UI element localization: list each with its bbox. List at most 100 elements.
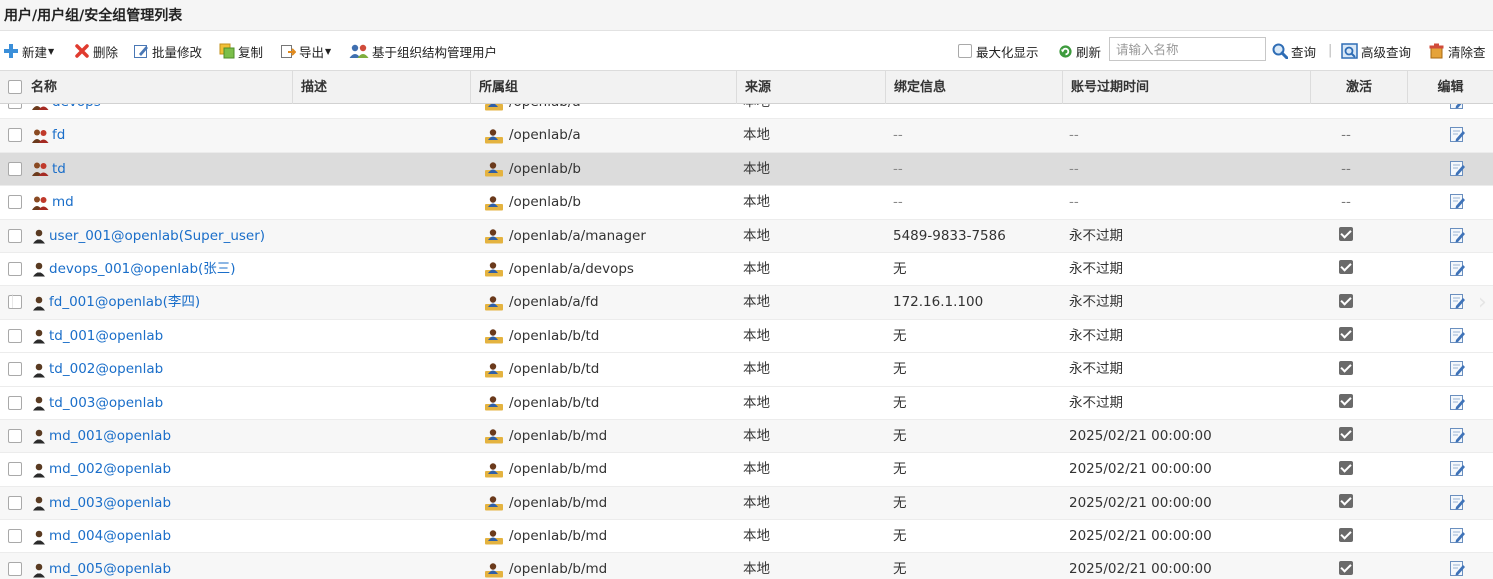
- row-checkbox[interactable]: [8, 328, 22, 343]
- table-row[interactable]: td/openlab/b 本地 -- -- --: [0, 152, 1493, 187]
- active-checkbox-checked[interactable]: [1339, 327, 1353, 342]
- name-link[interactable]: fd: [52, 119, 65, 152]
- table-row[interactable]: user_001@openlab(Super_user) /openlab/a/m…: [0, 219, 1493, 253]
- active-checkbox-checked[interactable]: [1339, 494, 1353, 509]
- name-link[interactable]: md_002@openlab: [49, 453, 171, 486]
- edit-icon[interactable]: [1449, 360, 1466, 377]
- active-checkbox-checked[interactable]: [1339, 527, 1353, 542]
- edit-icon[interactable]: [1449, 460, 1466, 477]
- table-row[interactable]: md/openlab/b 本地 -- -- --: [0, 186, 1493, 220]
- edit-icon[interactable]: [1449, 327, 1466, 344]
- column-header-description[interactable]: 描述: [292, 71, 470, 104]
- new-button[interactable]: 新建 ▼: [3, 42, 54, 60]
- edit-button[interactable]: [1449, 360, 1466, 378]
- query-button[interactable]: 查询: [1272, 42, 1316, 60]
- clear-query-button[interactable]: 清除查: [1428, 42, 1486, 60]
- name-cell[interactable]: td_003@openlab: [31, 387, 163, 420]
- name-cell[interactable]: fd: [31, 119, 65, 152]
- column-header-source[interactable]: 来源: [736, 71, 885, 104]
- table-row[interactable]: td_003@openlab/openlab/b/td 本地 无 永不过期: [0, 386, 1493, 420]
- refresh-button[interactable]: 刷新: [1058, 42, 1101, 60]
- edit-icon[interactable]: [1449, 494, 1466, 511]
- row-checkbox[interactable]: [8, 261, 22, 276]
- edit-icon[interactable]: [1449, 126, 1466, 143]
- name-cell[interactable]: md_005@openlab: [31, 553, 171, 579]
- edit-icon[interactable]: [1449, 193, 1466, 210]
- column-header-binding[interactable]: 绑定信息: [885, 71, 1062, 104]
- active-checkbox-checked[interactable]: [1339, 227, 1353, 242]
- edit-button[interactable]: [1449, 394, 1466, 412]
- name-link[interactable]: md_001@openlab: [49, 420, 171, 453]
- edit-button[interactable]: [1449, 494, 1466, 512]
- name-link[interactable]: fd_001@openlab(李四): [49, 286, 200, 319]
- active-checkbox-checked[interactable]: [1339, 427, 1353, 442]
- edit-button[interactable]: [1449, 160, 1466, 178]
- active-checkbox-checked[interactable]: [1339, 560, 1353, 575]
- row-checkbox[interactable]: [8, 161, 22, 176]
- name-cell[interactable]: td_001@openlab: [31, 320, 163, 353]
- row-checkbox[interactable]: [8, 128, 22, 143]
- column-header-active[interactable]: 激活: [1310, 71, 1407, 104]
- edit-icon[interactable]: [1449, 227, 1466, 244]
- name-cell[interactable]: md_001@openlab: [31, 420, 171, 453]
- maximize-toggle[interactable]: 最大化显示: [958, 42, 1039, 60]
- edit-icon[interactable]: [1449, 394, 1466, 411]
- edit-icon[interactable]: [1449, 160, 1466, 177]
- org-manage-button[interactable]: 基于组织结构管理用户: [349, 42, 497, 60]
- name-link[interactable]: devops: [52, 104, 101, 119]
- name-link[interactable]: td_001@openlab: [49, 320, 163, 353]
- column-header-edit[interactable]: 编辑: [1407, 71, 1493, 104]
- table-row[interactable]: fd/openlab/a 本地 -- -- --: [0, 119, 1493, 153]
- edit-button[interactable]: [1449, 560, 1466, 578]
- table-row[interactable]: fd_001@openlab(李四) /openlab/a/fd 本地 172.16.…: [0, 286, 1493, 320]
- edit-button[interactable]: [1449, 227, 1466, 245]
- name-cell[interactable]: td: [31, 153, 66, 186]
- row-checkbox[interactable]: [8, 362, 22, 377]
- table-row[interactable]: md_005@openlab/openlab/b/md 本地 无 2025/02/21…: [0, 553, 1493, 579]
- table-row[interactable]: md_002@openlab/openlab/b/md 本地 无 2025/02/21…: [0, 453, 1493, 487]
- name-link[interactable]: md_004@openlab: [49, 520, 171, 553]
- name-cell[interactable]: md_003@openlab: [31, 487, 171, 520]
- active-checkbox-checked[interactable]: [1339, 293, 1353, 308]
- edit-icon[interactable]: [1449, 104, 1466, 110]
- name-cell[interactable]: devops: [31, 104, 101, 119]
- edit-icon[interactable]: [1449, 260, 1466, 277]
- name-cell[interactable]: md_004@openlab: [31, 520, 171, 553]
- row-checkbox[interactable]: [8, 428, 22, 443]
- table-row[interactable]: md_001@openlab/openlab/b/md 本地 无 2025/02/21…: [0, 419, 1493, 454]
- row-checkbox[interactable]: [8, 395, 22, 410]
- name-cell[interactable]: devops_001@openlab(张三): [31, 253, 236, 286]
- edit-button[interactable]: [1449, 527, 1466, 545]
- name-cell[interactable]: md: [31, 186, 74, 219]
- search-input[interactable]: [1109, 37, 1266, 61]
- edit-button[interactable]: [1449, 460, 1466, 478]
- edit-icon[interactable]: [1449, 527, 1466, 544]
- select-all-checkbox[interactable]: [8, 80, 22, 94]
- row-checkbox[interactable]: [8, 562, 22, 577]
- active-checkbox-checked[interactable]: [1339, 260, 1353, 275]
- row-checkbox[interactable]: [8, 195, 22, 210]
- edit-button[interactable]: [1449, 260, 1466, 278]
- row-checkbox[interactable]: [8, 104, 22, 109]
- table-row[interactable]: devops_001@openlab(张三) /openlab/a/devops 本…: [0, 252, 1493, 287]
- row-checkbox[interactable]: [8, 529, 22, 544]
- batch-edit-button[interactable]: 批量修改: [133, 42, 202, 60]
- name-link[interactable]: td_002@openlab: [49, 353, 163, 386]
- edit-button[interactable]: [1449, 126, 1466, 144]
- name-cell[interactable]: fd_001@openlab(李四): [31, 286, 200, 319]
- edit-icon[interactable]: [1449, 293, 1466, 310]
- name-link[interactable]: md_005@openlab: [49, 553, 171, 579]
- edit-button[interactable]: [1449, 327, 1466, 345]
- table-row[interactable]: md_004@openlab/openlab/b/md 本地 无 2025/02/21…: [0, 520, 1493, 554]
- edit-icon[interactable]: [1449, 560, 1466, 577]
- table-row[interactable]: md_003@openlab/openlab/b/md 本地 无 2025/02/21…: [0, 486, 1493, 521]
- column-header-group[interactable]: 所属组: [470, 71, 736, 104]
- name-cell[interactable]: user_001@openlab(Super_user): [31, 220, 265, 253]
- name-link[interactable]: md_003@openlab: [49, 487, 171, 520]
- edit-button[interactable]: [1449, 193, 1466, 211]
- edit-button[interactable]: [1449, 104, 1466, 111]
- column-header-name[interactable]: 名称: [0, 71, 292, 104]
- maximize-checkbox[interactable]: [958, 44, 972, 58]
- name-link[interactable]: user_001@openlab(Super_user): [49, 220, 265, 253]
- edit-icon[interactable]: [1449, 427, 1466, 444]
